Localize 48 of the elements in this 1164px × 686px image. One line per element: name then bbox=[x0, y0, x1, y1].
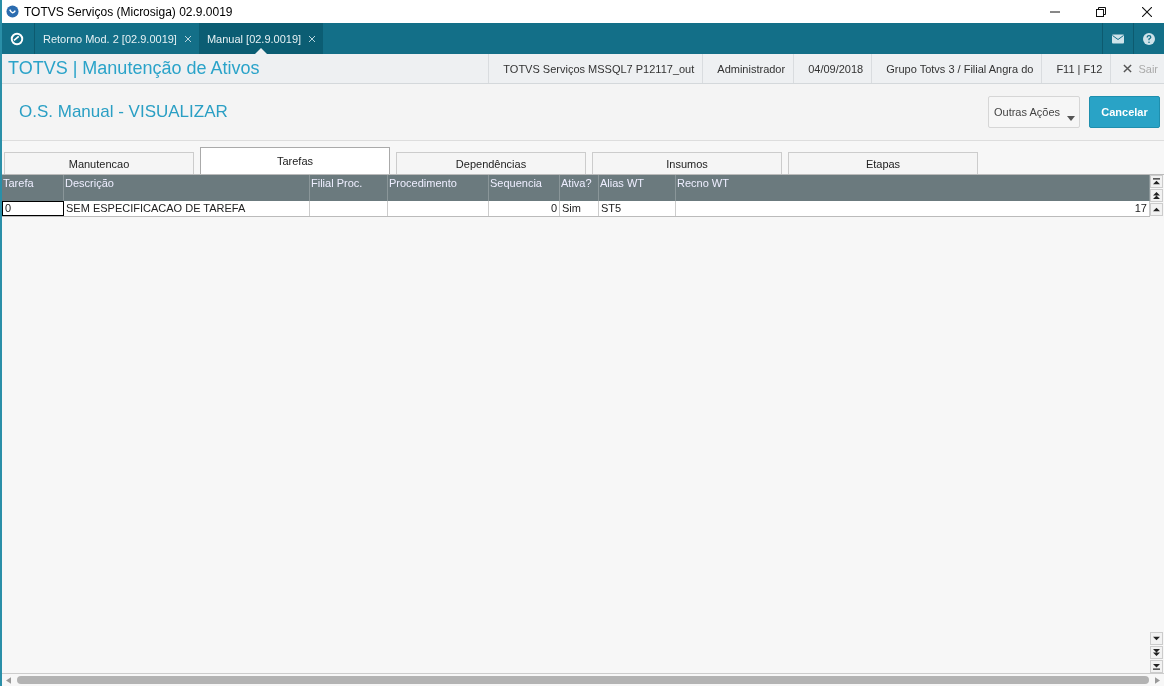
double-down-icon bbox=[1153, 649, 1160, 656]
scroll-up-button[interactable] bbox=[1150, 203, 1163, 216]
down-arrow-icon bbox=[1153, 635, 1160, 642]
scroll-left-icon[interactable] bbox=[6, 676, 11, 684]
table-cell: Sim bbox=[560, 201, 599, 216]
scroll-bottom-button[interactable] bbox=[1150, 660, 1163, 673]
column-header[interactable]: Tarefa bbox=[2, 175, 64, 201]
tab-label: Manual [02.9.0019] bbox=[206, 32, 302, 45]
table-cell: SEM ESPECIFICACAO DE TAREFA bbox=[64, 201, 310, 216]
scrollbar-thumb[interactable] bbox=[17, 676, 1149, 684]
page-title: O.S. Manual - VISUALIZAR bbox=[19, 102, 228, 122]
nav-tab[interactable]: Manual [02.9.0019] bbox=[198, 23, 324, 54]
app-logo-icon bbox=[6, 5, 19, 18]
scroll-top-icon bbox=[1153, 178, 1160, 185]
folder-tab[interactable]: Etapas bbox=[788, 152, 978, 174]
more-actions-button[interactable]: Outras Ações bbox=[988, 96, 1080, 128]
mail-icon bbox=[1112, 32, 1124, 45]
scroll-top-button[interactable] bbox=[1150, 175, 1163, 188]
folder-tab[interactable]: Dependências bbox=[396, 152, 586, 174]
page-down-button[interactable] bbox=[1150, 646, 1163, 659]
header-info: F11 | F12 bbox=[1041, 54, 1111, 83]
help-icon bbox=[1143, 32, 1155, 45]
module-title: TOTVS | Manutenção de Ativos bbox=[8, 58, 260, 79]
folder-tab[interactable]: Insumos bbox=[592, 152, 782, 174]
table-cell: 0 bbox=[2, 201, 64, 216]
up-arrow-icon bbox=[1153, 206, 1160, 213]
header-info: Administrador bbox=[702, 54, 794, 83]
table-cell: ST5 bbox=[599, 201, 676, 216]
scroll-bottom-icon bbox=[1153, 663, 1160, 670]
folder-tab[interactable]: Tarefas bbox=[200, 147, 390, 174]
close-icon bbox=[1123, 64, 1133, 73]
tab-label: Retorno Mod. 2 [02.9.0019] bbox=[43, 32, 177, 45]
header-info: Grupo Totvs 3 / Filial Angra do bbox=[871, 54, 1042, 83]
window-title: TOTVS Serviços (Microsiga) 02.9.0019 bbox=[24, 4, 233, 19]
caret-icon bbox=[1067, 116, 1075, 121]
nav-tab[interactable]: Retorno Mod. 2 [02.9.0019] bbox=[35, 23, 199, 54]
scroll-down-button[interactable] bbox=[1150, 632, 1163, 645]
double-up-icon bbox=[1153, 192, 1160, 199]
cancel-button[interactable]: Cancelar bbox=[1089, 96, 1160, 128]
folder-tab[interactable]: Manutencao bbox=[4, 152, 194, 174]
header-info: 04/09/2018 bbox=[793, 54, 872, 83]
close-icon[interactable] bbox=[1142, 6, 1152, 17]
restore-icon[interactable] bbox=[1096, 6, 1106, 17]
scroll-right-icon[interactable] bbox=[1155, 676, 1160, 684]
exit-button[interactable]: Sair bbox=[1110, 54, 1164, 83]
table-cell: 0 bbox=[489, 201, 560, 216]
page-up-button[interactable] bbox=[1150, 189, 1163, 202]
header-info: TOTVS Serviços MSSQL7 P12117_out bbox=[488, 54, 703, 83]
